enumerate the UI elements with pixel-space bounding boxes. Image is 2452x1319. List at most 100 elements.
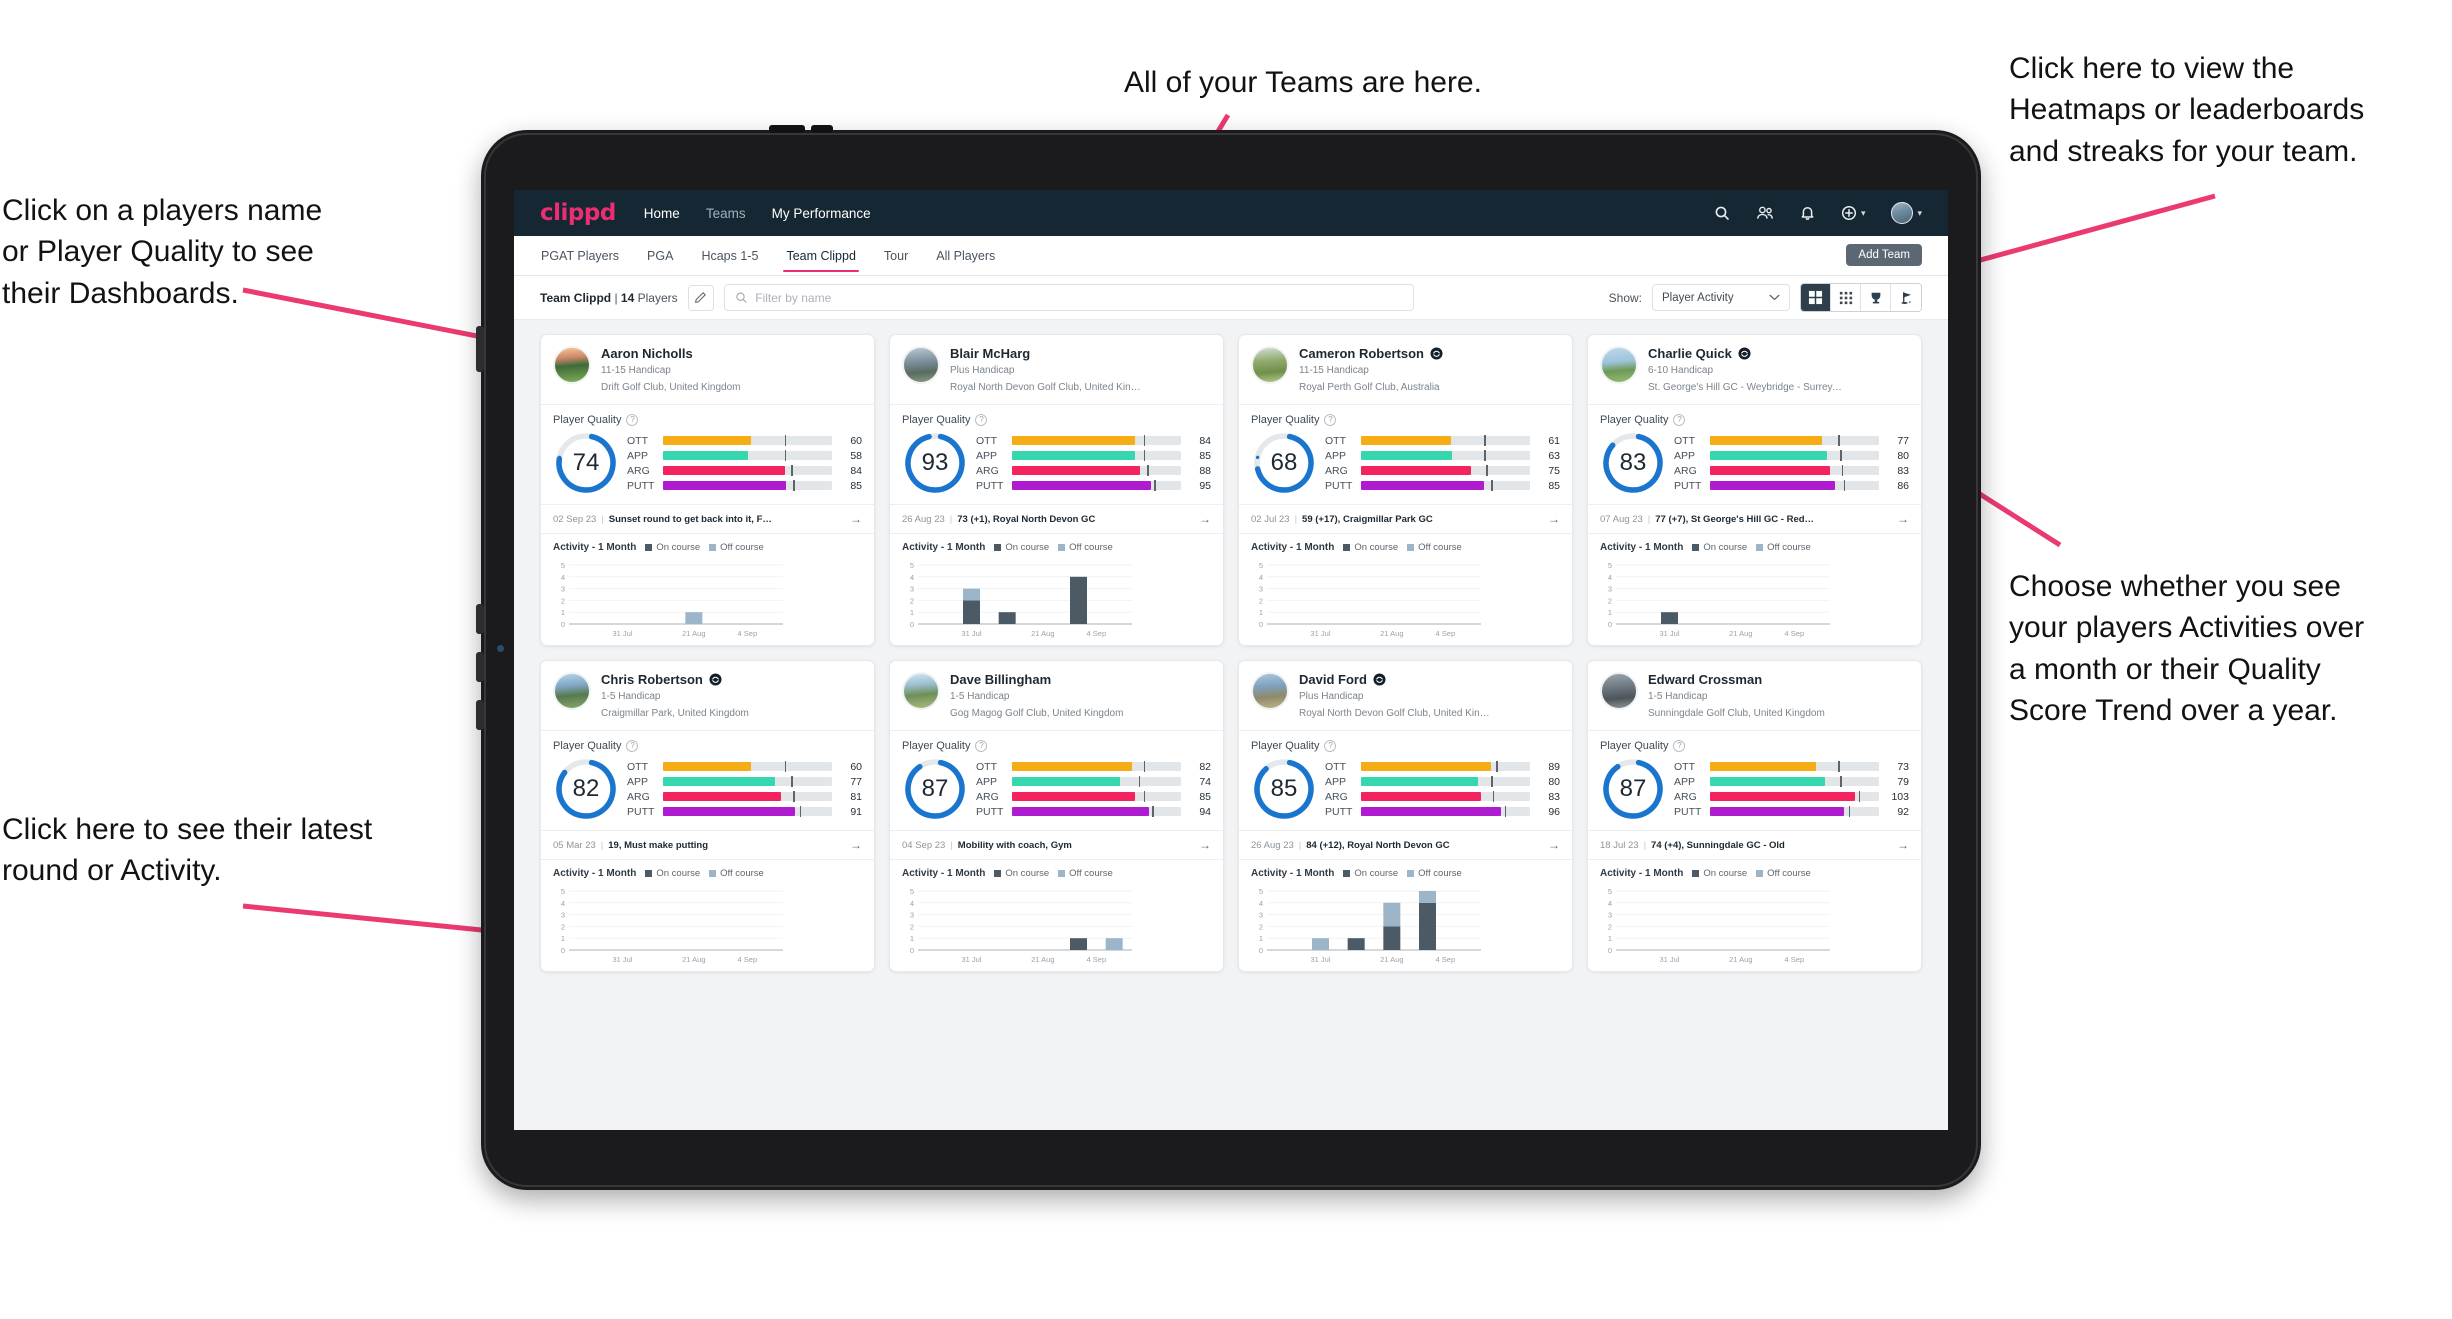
avatar[interactable]: ▾ xyxy=(1891,202,1922,224)
arrow-right-icon[interactable]: → xyxy=(1897,838,1909,852)
player-avatar[interactable] xyxy=(1251,346,1289,384)
metric-row: OTT 77 xyxy=(1674,435,1909,447)
help-icon[interactable]: ? xyxy=(1324,740,1337,752)
metric-row: APP 77 xyxy=(627,776,862,788)
nav-item-home[interactable]: Home xyxy=(644,206,680,221)
player-avatar[interactable] xyxy=(902,346,940,384)
player-quality-section[interactable]: Player Quality ? 87 OTT 82 APP 74 ARG 85… xyxy=(890,731,1223,830)
latest-round-row[interactable]: 18 Jul 23 | 74 (+4), Sunningdale GC - Ol… xyxy=(1588,830,1921,859)
arrow-right-icon[interactable]: → xyxy=(1548,512,1560,526)
legend-swatch-on-course xyxy=(994,870,1002,877)
flag-heatmap-view-icon[interactable] xyxy=(1891,284,1921,311)
player-card[interactable]: David Ford Plus Handicap Royal North Dev… xyxy=(1238,660,1573,972)
arrow-right-icon[interactable]: → xyxy=(1199,838,1211,852)
player-quality-section[interactable]: Player Quality ? 85 OTT 89 APP 80 ARG 83… xyxy=(1239,731,1572,830)
player-name[interactable]: Charlie Quick xyxy=(1648,346,1843,361)
player-quality-body: 87 OTT 73 APP 79 ARG 103 PUTT 92 xyxy=(1600,756,1909,822)
player-name[interactable]: Blair McHarg xyxy=(950,346,1141,361)
latest-round-row[interactable]: 02 Sep 23 | Sunset round to get back int… xyxy=(541,504,874,533)
player-avatar[interactable] xyxy=(1600,672,1638,710)
player-card[interactable]: Edward Crossman 1-5 Handicap Sunningdale… xyxy=(1587,660,1922,972)
help-icon[interactable]: ? xyxy=(626,414,639,426)
player-quality-section[interactable]: Player Quality ? 82 OTT 60 APP 77 ARG 81… xyxy=(541,731,874,830)
arrow-right-icon[interactable]: → xyxy=(850,512,862,526)
help-icon[interactable]: ? xyxy=(975,414,988,426)
player-card[interactable]: Cameron Robertson 11-15 Handicap Royal P… xyxy=(1238,334,1573,646)
pencil-icon[interactable] xyxy=(687,284,714,311)
svg-text:4 Sep: 4 Sep xyxy=(1785,629,1805,638)
player-name[interactable]: Chris Robertson xyxy=(601,672,749,687)
arrow-right-icon[interactable]: → xyxy=(1548,838,1560,852)
help-icon[interactable]: ? xyxy=(1324,414,1337,426)
latest-round-row[interactable]: 04 Sep 23 | Mobility with coach, Gym → xyxy=(890,830,1223,859)
player-quality-section[interactable]: Player Quality ? 87 OTT 73 APP 79 ARG 10… xyxy=(1588,731,1921,830)
help-icon[interactable]: ? xyxy=(1673,414,1686,426)
nav-item-my-performance[interactable]: My Performance xyxy=(772,206,871,221)
metric-value: 77 xyxy=(850,775,862,788)
trophy-leaderboard-view-icon[interactable] xyxy=(1861,284,1891,311)
tab-tour[interactable]: Tour xyxy=(883,239,909,272)
latest-round-row[interactable]: 26 Aug 23 | 84 (+12), Royal North Devon … xyxy=(1239,830,1572,859)
help-icon[interactable]: ? xyxy=(975,740,988,752)
show-select[interactable]: Player Activity xyxy=(1652,284,1790,311)
player-card[interactable]: Charlie Quick 6-10 Handicap St. George's… xyxy=(1587,334,1922,646)
player-avatar[interactable] xyxy=(1251,672,1289,710)
tab-pga[interactable]: PGA xyxy=(646,239,674,272)
nav-item-teams[interactable]: Teams xyxy=(706,206,746,221)
player-quality-section[interactable]: Player Quality ? 74 OTT 60 APP 58 ARG 84… xyxy=(541,405,874,504)
latest-round-row[interactable]: 05 Mar 23 | 19, Must make putting → xyxy=(541,830,874,859)
search-field-wrapper[interactable] xyxy=(723,284,1414,311)
player-avatar[interactable] xyxy=(553,672,591,710)
player-card[interactable]: Aaron Nicholls 11-15 Handicap Drift Golf… xyxy=(540,334,875,646)
grid-large-view-icon[interactable] xyxy=(1801,284,1831,311)
metric-bar-track xyxy=(1361,791,1530,802)
player-card[interactable]: Dave Billingham 1-5 Handicap Gog Magog G… xyxy=(889,660,1224,972)
tab-pgat-players[interactable]: PGAT Players xyxy=(540,239,620,272)
metric-bar-fill xyxy=(1710,436,1822,445)
arrow-right-icon[interactable]: → xyxy=(1199,512,1211,526)
player-club: Drift Golf Club, United Kingdom xyxy=(601,381,741,393)
metric-bar-fill xyxy=(1710,481,1836,490)
help-icon[interactable]: ? xyxy=(626,740,639,752)
latest-round-row[interactable]: 07 Aug 23 | 77 (+7), St George's Hill GC… xyxy=(1588,504,1921,533)
tab-hcaps-1-5[interactable]: Hcaps 1-5 xyxy=(700,239,759,272)
brand-logo[interactable]: clippd xyxy=(540,200,616,226)
player-quality-section[interactable]: Player Quality ? 83 OTT 77 APP 80 ARG 83… xyxy=(1588,405,1921,504)
svg-text:0: 0 xyxy=(910,946,914,955)
latest-round-row[interactable]: 02 Jul 23 | 59 (+17), Craigmillar Park G… xyxy=(1239,504,1572,533)
svg-text:5: 5 xyxy=(561,561,565,570)
plus-circle-icon[interactable]: ▾ xyxy=(1841,205,1865,221)
tab-all-players[interactable]: All Players xyxy=(935,239,996,272)
player-card-header: Edward Crossman 1-5 Handicap Sunningdale… xyxy=(1588,661,1921,730)
grid-small-view-icon[interactable] xyxy=(1831,284,1861,311)
player-card[interactable]: Blair McHarg Plus Handicap Royal North D… xyxy=(889,334,1224,646)
player-quality-section[interactable]: Player Quality ? 93 OTT 84 APP 85 ARG 88… xyxy=(890,405,1223,504)
tab-team-clippd[interactable]: Team Clippd xyxy=(783,239,860,272)
metric-bar-fill xyxy=(1012,807,1149,816)
activity-title: Activity - 1 Month xyxy=(553,542,637,553)
activity-section: Activity - 1 Month On course Off course … xyxy=(541,533,874,645)
metric-bar-track xyxy=(1710,465,1879,476)
arrow-right-icon[interactable]: → xyxy=(1897,512,1909,526)
player-name[interactable]: Cameron Robertson xyxy=(1299,346,1443,361)
help-icon[interactable]: ? xyxy=(1673,740,1686,752)
player-name[interactable]: David Ford xyxy=(1299,672,1490,687)
player-name[interactable]: Aaron Nicholls xyxy=(601,346,741,361)
player-avatar[interactable] xyxy=(902,672,940,710)
people-icon[interactable] xyxy=(1756,205,1774,221)
player-avatar[interactable] xyxy=(553,346,591,384)
player-quality-title: Player Quality ? xyxy=(1251,414,1560,426)
player-avatar[interactable] xyxy=(1600,346,1638,384)
player-name[interactable]: Dave Billingham xyxy=(950,672,1123,687)
search-icon[interactable] xyxy=(1714,205,1730,221)
arrow-right-icon[interactable]: → xyxy=(850,838,862,852)
latest-round-row[interactable]: 26 Aug 23 | 73 (+1), Royal North Devon G… xyxy=(890,504,1223,533)
svg-text:5: 5 xyxy=(1608,887,1612,896)
bell-icon[interactable] xyxy=(1800,205,1815,221)
player-name[interactable]: Edward Crossman xyxy=(1648,672,1825,687)
metric-row: ARG 84 xyxy=(627,465,862,477)
search-input[interactable] xyxy=(755,290,1403,305)
player-card[interactable]: Chris Robertson 1-5 Handicap Craigmillar… xyxy=(540,660,875,972)
player-quality-section[interactable]: Player Quality ? 68 OTT 61 APP 63 ARG 75… xyxy=(1239,405,1572,504)
add-team-button[interactable]: Add Team xyxy=(1846,244,1922,266)
